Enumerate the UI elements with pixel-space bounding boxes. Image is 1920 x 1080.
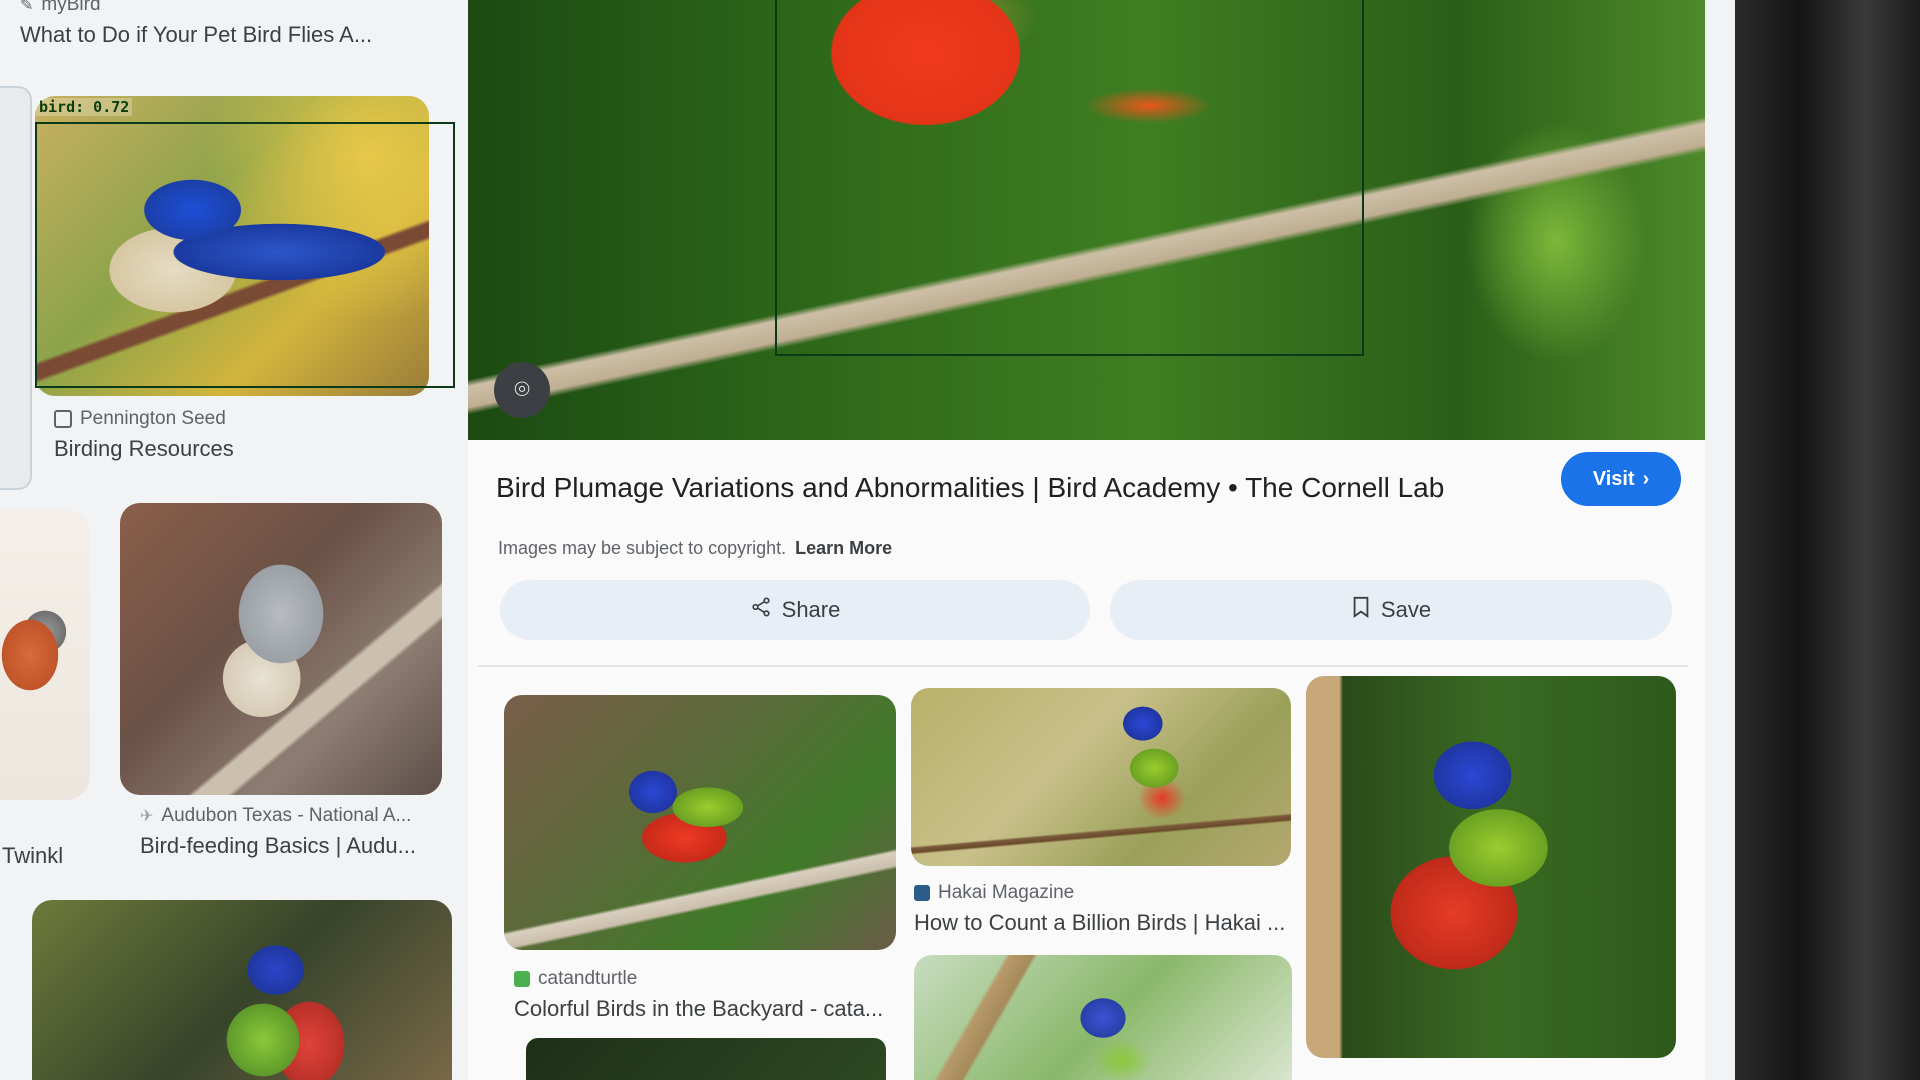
result-card-audubon[interactable]: ✈ Audubon Texas - National A... Bird-fee… [140,805,470,859]
copyright-text: Images may be subject to copyright. [498,538,787,558]
chevron-right-icon: › [1642,467,1650,490]
result-source: ✈ Audubon Texas - National A... [140,805,470,827]
result-source-name: Audubon Texas - National A... [161,805,412,826]
result-title[interactable]: Birding Resources [54,436,434,462]
bookmark-icon [1351,596,1371,624]
related-source-name: Hakai Magazine [938,882,1075,903]
related-title[interactable]: How to Count a Billion Birds | Hakai ... [914,910,1294,936]
results-column: ✎ myBird What to Do if Your Pet Bird Fli… [0,0,455,1080]
related-thumbnail[interactable] [1306,676,1676,1058]
related-source-name: catandturtle [538,968,638,989]
feather-icon: ✎ [20,0,34,14]
section-divider [478,665,1688,667]
detection-box [775,0,1364,356]
lens-icon: ⌾ [514,374,530,404]
result-title[interactable]: What to Do if Your Pet Bird Flies A... [20,22,440,48]
related-thumbnail[interactable] [526,1038,886,1080]
related-source: catandturtle [514,968,904,990]
result-thumbnail-titmouse[interactable] [120,503,442,795]
detection-label: bird: 0.72 [36,98,133,116]
related-title[interactable]: Colorful Birds in the Backyard - cata... [514,996,904,1022]
result-source-name: Pennington Seed [80,408,226,429]
result-thumbnail-robin[interactable] [0,510,90,800]
copyright-notice: Images may be subject to copyright. Lear… [498,538,892,559]
result-source: ✎ myBird [20,0,440,16]
result-card-pennington[interactable]: Pennington Seed Birding Resources [54,408,434,462]
preview-image[interactable]: ⌾ [468,0,1705,440]
related-card-catandturtle[interactable]: catandturtle Colorful Birds in the Backy… [514,968,904,1022]
catandturtle-favicon-icon [514,971,530,987]
hakai-favicon-icon [914,885,930,901]
visit-label: Visit [1592,467,1635,490]
browser-screen: ✎ myBird What to Do if Your Pet Bird Fli… [0,0,1735,1080]
learn-more-link[interactable]: Learn More [795,538,892,558]
result-source: Pennington Seed [54,408,434,430]
save-label: Save [1380,597,1432,622]
selected-result-frame [0,86,32,490]
result-card-mybird[interactable]: ✎ myBird What to Do if Your Pet Bird Fli… [20,0,440,48]
related-card-hakai[interactable]: Hakai Magazine How to Count a Billion Bi… [914,882,1294,936]
share-icon [750,596,772,624]
result-source-name: myBird [41,0,101,15]
save-button[interactable]: Save [1110,580,1672,640]
related-thumbnail[interactable] [504,695,896,950]
result-title[interactable]: Twinkl [2,843,63,869]
share-button[interactable]: Share [500,580,1090,640]
audubon-favicon-icon: ✈ [140,808,154,825]
visit-button[interactable]: Visit › [1561,452,1681,506]
lens-search-button[interactable]: ⌾ [494,362,550,418]
result-thumbnail-painted-bunting[interactable] [32,900,452,1080]
image-preview-panel: ⌾ Bird Plumage Variations and Abnormalit… [468,0,1705,1080]
detection-box [35,122,455,388]
related-thumbnail[interactable] [914,955,1292,1080]
related-thumbnail[interactable] [911,688,1291,866]
monitor-bezel [1735,0,1920,1080]
share-label: Share [781,597,841,622]
pennington-favicon-icon [54,410,72,428]
preview-title[interactable]: Bird Plumage Variations and Abnormalitie… [496,472,1444,504]
result-title[interactable]: Bird-feeding Basics | Audu... [140,833,470,859]
related-source: Hakai Magazine [914,882,1294,904]
